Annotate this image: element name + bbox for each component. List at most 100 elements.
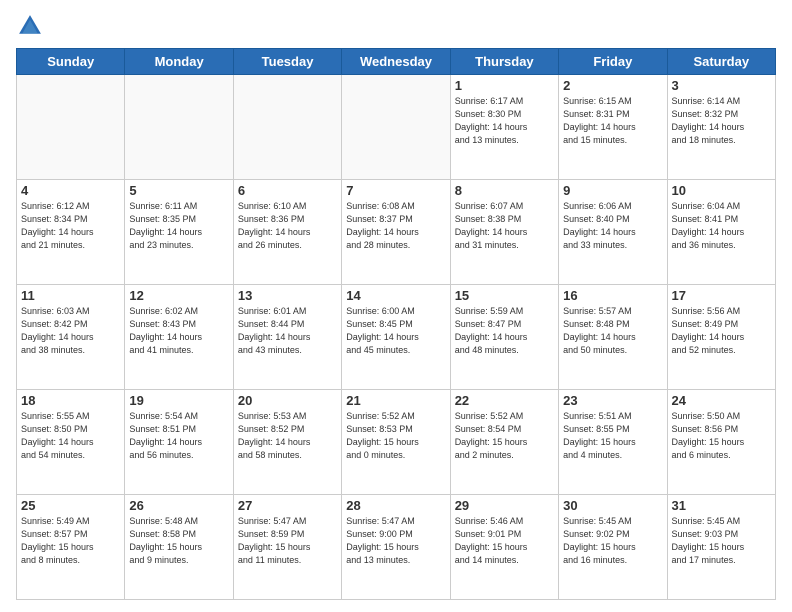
day-info: Sunrise: 5:45 AM Sunset: 9:02 PM Dayligh… <box>563 515 662 567</box>
day-number: 10 <box>672 183 771 198</box>
calendar-header-row: SundayMondayTuesdayWednesdayThursdayFrid… <box>17 49 776 75</box>
day-info: Sunrise: 6:03 AM Sunset: 8:42 PM Dayligh… <box>21 305 120 357</box>
calendar-week-row: 4Sunrise: 6:12 AM Sunset: 8:34 PM Daylig… <box>17 180 776 285</box>
calendar-cell: 11 Sunrise: 6:03 AM Sunset: 8:42 PM Dayli… <box>17 285 125 390</box>
day-info: Sunrise: 6:12 AM Sunset: 8:34 PM Dayligh… <box>21 200 120 252</box>
calendar-cell <box>233 75 341 180</box>
day-number: 22 <box>455 393 554 408</box>
calendar-week-row: 25 Sunrise: 5:49 AM Sunset: 8:57 PM Dayli… <box>17 495 776 600</box>
day-info: Sunrise: 5:55 AM Sunset: 8:50 PM Dayligh… <box>21 410 120 462</box>
calendar-cell: 20Sunrise: 5:53 AM Sunset: 8:52 PM Dayli… <box>233 390 341 495</box>
day-number: 7 <box>346 183 445 198</box>
calendar-cell <box>17 75 125 180</box>
calendar-cell: 16 Sunrise: 5:57 AM Sunset: 8:48 PM Dayli… <box>559 285 667 390</box>
day-number: 2 <box>563 78 662 93</box>
day-info: Sunrise: 5:50 AM Sunset: 8:56 PM Dayligh… <box>672 410 771 462</box>
day-info: Sunrise: 5:47 AM Sunset: 8:59 PM Dayligh… <box>238 515 337 567</box>
day-number: 8 <box>455 183 554 198</box>
day-number: 31 <box>672 498 771 513</box>
day-number: 15 <box>455 288 554 303</box>
day-number: 18 <box>21 393 120 408</box>
calendar-cell: 29 Sunrise: 5:46 AM Sunset: 9:01 PM Dayli… <box>450 495 558 600</box>
day-info: Sunrise: 5:56 AM Sunset: 8:49 PM Dayligh… <box>672 305 771 357</box>
day-number: 25 <box>21 498 120 513</box>
day-info: Sunrise: 6:00 AM Sunset: 8:45 PM Dayligh… <box>346 305 445 357</box>
day-info: Sunrise: 5:54 AM Sunset: 8:51 PM Dayligh… <box>129 410 228 462</box>
day-number: 16 <box>563 288 662 303</box>
day-info: Sunrise: 5:45 AM Sunset: 9:03 PM Dayligh… <box>672 515 771 567</box>
day-info: Sunrise: 5:48 AM Sunset: 8:58 PM Dayligh… <box>129 515 228 567</box>
day-number: 5 <box>129 183 228 198</box>
day-info: Sunrise: 6:01 AM Sunset: 8:44 PM Dayligh… <box>238 305 337 357</box>
day-info: Sunrise: 5:49 AM Sunset: 8:57 PM Dayligh… <box>21 515 120 567</box>
day-info: Sunrise: 6:07 AM Sunset: 8:38 PM Dayligh… <box>455 200 554 252</box>
day-number: 28 <box>346 498 445 513</box>
day-number: 27 <box>238 498 337 513</box>
day-info: Sunrise: 6:10 AM Sunset: 8:36 PM Dayligh… <box>238 200 337 252</box>
day-info: Sunrise: 5:52 AM Sunset: 8:54 PM Dayligh… <box>455 410 554 462</box>
calendar-week-row: 18 Sunrise: 5:55 AM Sunset: 8:50 PM Dayli… <box>17 390 776 495</box>
day-info: Sunrise: 5:51 AM Sunset: 8:55 PM Dayligh… <box>563 410 662 462</box>
day-info: Sunrise: 5:59 AM Sunset: 8:47 PM Dayligh… <box>455 305 554 357</box>
day-number: 30 <box>563 498 662 513</box>
calendar-cell: 12 Sunrise: 6:02 AM Sunset: 8:43 PM Dayli… <box>125 285 233 390</box>
day-number: 1 <box>455 78 554 93</box>
calendar-cell: 31 Sunrise: 5:45 AM Sunset: 9:03 PM Dayli… <box>667 495 775 600</box>
day-info: Sunrise: 6:02 AM Sunset: 8:43 PM Dayligh… <box>129 305 228 357</box>
calendar-cell: 14Sunrise: 6:00 AM Sunset: 8:45 PM Dayli… <box>342 285 450 390</box>
calendar-cell: 4Sunrise: 6:12 AM Sunset: 8:34 PM Daylig… <box>17 180 125 285</box>
calendar-week-row: 1 Sunrise: 6:17 AM Sunset: 8:30 PM Daylig… <box>17 75 776 180</box>
calendar-cell: 27 Sunrise: 5:47 AM Sunset: 8:59 PM Dayli… <box>233 495 341 600</box>
calendar-cell: 7 Sunrise: 6:08 AM Sunset: 8:37 PM Daylig… <box>342 180 450 285</box>
day-header-monday: Monday <box>125 49 233 75</box>
day-number: 6 <box>238 183 337 198</box>
calendar-cell: 28 Sunrise: 5:47 AM Sunset: 9:00 PM Dayli… <box>342 495 450 600</box>
day-number: 23 <box>563 393 662 408</box>
calendar-cell: 13 Sunrise: 6:01 AM Sunset: 8:44 PM Dayli… <box>233 285 341 390</box>
day-info: Sunrise: 6:08 AM Sunset: 8:37 PM Dayligh… <box>346 200 445 252</box>
day-number: 11 <box>21 288 120 303</box>
day-number: 9 <box>563 183 662 198</box>
calendar-cell <box>125 75 233 180</box>
logo <box>16 12 48 40</box>
calendar-cell: 22 Sunrise: 5:52 AM Sunset: 8:54 PM Dayli… <box>450 390 558 495</box>
calendar-cell: 9 Sunrise: 6:06 AM Sunset: 8:40 PM Daylig… <box>559 180 667 285</box>
calendar-cell: 18 Sunrise: 5:55 AM Sunset: 8:50 PM Dayli… <box>17 390 125 495</box>
day-header-saturday: Saturday <box>667 49 775 75</box>
header <box>16 12 776 40</box>
day-header-wednesday: Wednesday <box>342 49 450 75</box>
day-info: Sunrise: 5:47 AM Sunset: 9:00 PM Dayligh… <box>346 515 445 567</box>
day-info: Sunrise: 6:14 AM Sunset: 8:32 PM Dayligh… <box>672 95 771 147</box>
calendar-cell: 8 Sunrise: 6:07 AM Sunset: 8:38 PM Daylig… <box>450 180 558 285</box>
day-number: 12 <box>129 288 228 303</box>
logo-icon <box>16 12 44 40</box>
day-number: 21 <box>346 393 445 408</box>
day-number: 29 <box>455 498 554 513</box>
calendar-cell: 5 Sunrise: 6:11 AM Sunset: 8:35 PM Daylig… <box>125 180 233 285</box>
calendar-cell: 23 Sunrise: 5:51 AM Sunset: 8:55 PM Dayli… <box>559 390 667 495</box>
calendar-week-row: 11 Sunrise: 6:03 AM Sunset: 8:42 PM Dayli… <box>17 285 776 390</box>
day-info: Sunrise: 6:17 AM Sunset: 8:30 PM Dayligh… <box>455 95 554 147</box>
calendar-cell: 19Sunrise: 5:54 AM Sunset: 8:51 PM Dayli… <box>125 390 233 495</box>
calendar-cell: 10Sunrise: 6:04 AM Sunset: 8:41 PM Dayli… <box>667 180 775 285</box>
day-number: 24 <box>672 393 771 408</box>
day-info: Sunrise: 5:52 AM Sunset: 8:53 PM Dayligh… <box>346 410 445 462</box>
day-number: 17 <box>672 288 771 303</box>
calendar-cell: 2 Sunrise: 6:15 AM Sunset: 8:31 PM Daylig… <box>559 75 667 180</box>
day-info: Sunrise: 6:15 AM Sunset: 8:31 PM Dayligh… <box>563 95 662 147</box>
day-number: 26 <box>129 498 228 513</box>
day-number: 13 <box>238 288 337 303</box>
calendar-cell: 21 Sunrise: 5:52 AM Sunset: 8:53 PM Dayli… <box>342 390 450 495</box>
day-info: Sunrise: 6:06 AM Sunset: 8:40 PM Dayligh… <box>563 200 662 252</box>
calendar-cell <box>342 75 450 180</box>
day-info: Sunrise: 6:11 AM Sunset: 8:35 PM Dayligh… <box>129 200 228 252</box>
calendar-cell: 6 Sunrise: 6:10 AM Sunset: 8:36 PM Daylig… <box>233 180 341 285</box>
calendar-cell: 25 Sunrise: 5:49 AM Sunset: 8:57 PM Dayli… <box>17 495 125 600</box>
calendar-cell: 3Sunrise: 6:14 AM Sunset: 8:32 PM Daylig… <box>667 75 775 180</box>
calendar-cell: 24 Sunrise: 5:50 AM Sunset: 8:56 PM Dayli… <box>667 390 775 495</box>
day-info: Sunrise: 5:46 AM Sunset: 9:01 PM Dayligh… <box>455 515 554 567</box>
day-info: Sunrise: 5:57 AM Sunset: 8:48 PM Dayligh… <box>563 305 662 357</box>
calendar-cell: 15 Sunrise: 5:59 AM Sunset: 8:47 PM Dayli… <box>450 285 558 390</box>
calendar-cell: 17 Sunrise: 5:56 AM Sunset: 8:49 PM Dayli… <box>667 285 775 390</box>
calendar-cell: 1 Sunrise: 6:17 AM Sunset: 8:30 PM Daylig… <box>450 75 558 180</box>
